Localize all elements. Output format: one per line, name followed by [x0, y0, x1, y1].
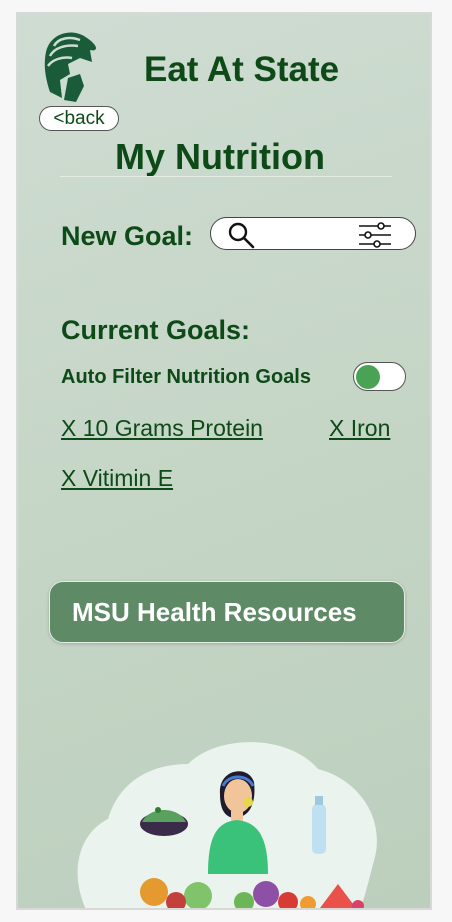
- goal-remove-protein[interactable]: X 10 Grams Protein: [61, 415, 263, 442]
- new-goal-label: New Goal:: [61, 221, 194, 251]
- search-icon[interactable]: [227, 221, 255, 249]
- page-title: My Nutrition: [115, 136, 325, 177]
- filter-sliders-icon[interactable]: [357, 222, 393, 248]
- auto-filter-toggle[interactable]: [353, 362, 406, 391]
- goal-remove-iron[interactable]: X Iron: [329, 415, 390, 442]
- goal-search-box[interactable]: [210, 217, 416, 250]
- back-button[interactable]: <back: [39, 106, 119, 131]
- msu-health-resources-button[interactable]: MSU Health Resources: [49, 581, 405, 643]
- spartan-helmet-logo-icon: [44, 32, 97, 102]
- goal-remove-vitamin-e[interactable]: X Vitimin E: [61, 465, 173, 492]
- title-divider: [60, 176, 392, 177]
- current-goals-heading: Current Goals:: [61, 315, 251, 345]
- app-title: Eat At State: [144, 50, 340, 89]
- toggle-knob: [356, 365, 380, 389]
- goal-search-input[interactable]: [259, 222, 355, 248]
- app-screen: Eat At State <back My Nutrition New Goal…: [16, 12, 432, 910]
- auto-filter-label: Auto Filter Nutrition Goals: [61, 366, 311, 388]
- healthy-eating-illustration: [77, 742, 377, 908]
